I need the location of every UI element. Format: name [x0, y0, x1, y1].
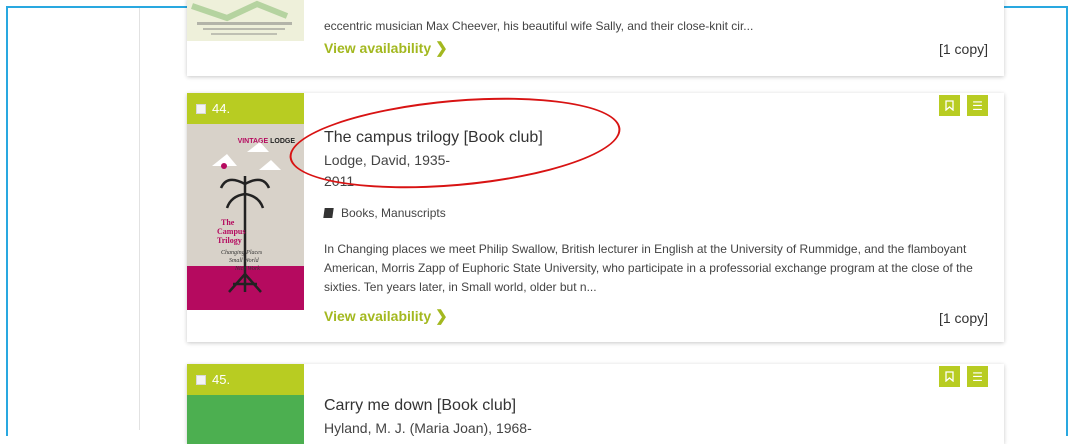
- svg-text:The: The: [221, 218, 235, 227]
- select-checkbox[interactable]: [196, 103, 206, 114]
- result-type: Books, Manuscripts: [323, 206, 446, 220]
- svg-text:Nice Work: Nice Work: [234, 266, 260, 272]
- view-availability-label[interactable]: View availability: [324, 40, 431, 56]
- author-line-2: 2011: [324, 173, 355, 189]
- result-number-badge: 45.: [187, 364, 304, 395]
- view-availability-link[interactable]: View availability ❯: [324, 307, 448, 325]
- cover-image[interactable]: [187, 0, 304, 41]
- result-title[interactable]: Carry me down [Book club]: [324, 397, 516, 415]
- svg-text:VINTAGE LODGE: VINTAGE LODGE: [238, 138, 296, 145]
- result-card-45: 45. ☰ Carry me down [Book club] Hyland, …: [187, 364, 1004, 444]
- svg-text:Small World: Small World: [229, 258, 260, 264]
- menu-icon[interactable]: ☰: [967, 95, 988, 116]
- svg-text:Changing Places: Changing Places: [221, 250, 263, 256]
- view-availability-label[interactable]: View availability: [324, 308, 431, 324]
- result-author: Lodge, David, 1935- 2011: [324, 150, 450, 192]
- result-number: 45.: [212, 372, 231, 387]
- bookmark-icon[interactable]: [939, 95, 960, 116]
- result-description: eccentric musician Max Cheever, his beau…: [324, 19, 754, 33]
- result-actions: ☰: [939, 366, 988, 387]
- result-card-prev: eccentric musician Max Cheever, his beau…: [187, 0, 1004, 76]
- select-checkbox[interactable]: [196, 374, 206, 385]
- cover-image[interactable]: VINTAGE LODGE The Campus Trilogy Changin…: [187, 124, 304, 310]
- svg-text:Trilogy: Trilogy: [217, 236, 242, 245]
- bookmark-icon[interactable]: [939, 366, 960, 387]
- svg-text:Campus: Campus: [217, 227, 245, 236]
- chevron-right-icon: ❯: [435, 40, 448, 57]
- result-card-44: 44. VINTAGE LODGE The Campus Trilogy Cha: [187, 93, 1004, 342]
- author-line-1[interactable]: Lodge, David, 1935-: [324, 150, 450, 171]
- cover-image[interactable]: [187, 395, 304, 444]
- result-type-label: Books, Manuscripts: [341, 206, 446, 220]
- chevron-right-icon: ❯: [435, 308, 448, 325]
- result-title[interactable]: The campus trilogy [Book club]: [324, 129, 543, 147]
- view-availability-link[interactable]: View availability ❯: [324, 39, 448, 57]
- result-number: 44.: [212, 101, 231, 116]
- copies-count: [1 copy]: [938, 41, 988, 57]
- book-icon: [323, 208, 334, 218]
- result-number-badge: 44.: [187, 93, 304, 124]
- result-description: In Changing places we meet Philip Swallo…: [324, 242, 973, 294]
- result-actions: ☰: [939, 95, 988, 116]
- column-divider: [139, 8, 140, 430]
- copies-count: [1 copy]: [938, 310, 988, 326]
- result-author[interactable]: Hyland, M. J. (Maria Joan), 1968-: [324, 418, 532, 439]
- menu-icon[interactable]: ☰: [967, 366, 988, 387]
